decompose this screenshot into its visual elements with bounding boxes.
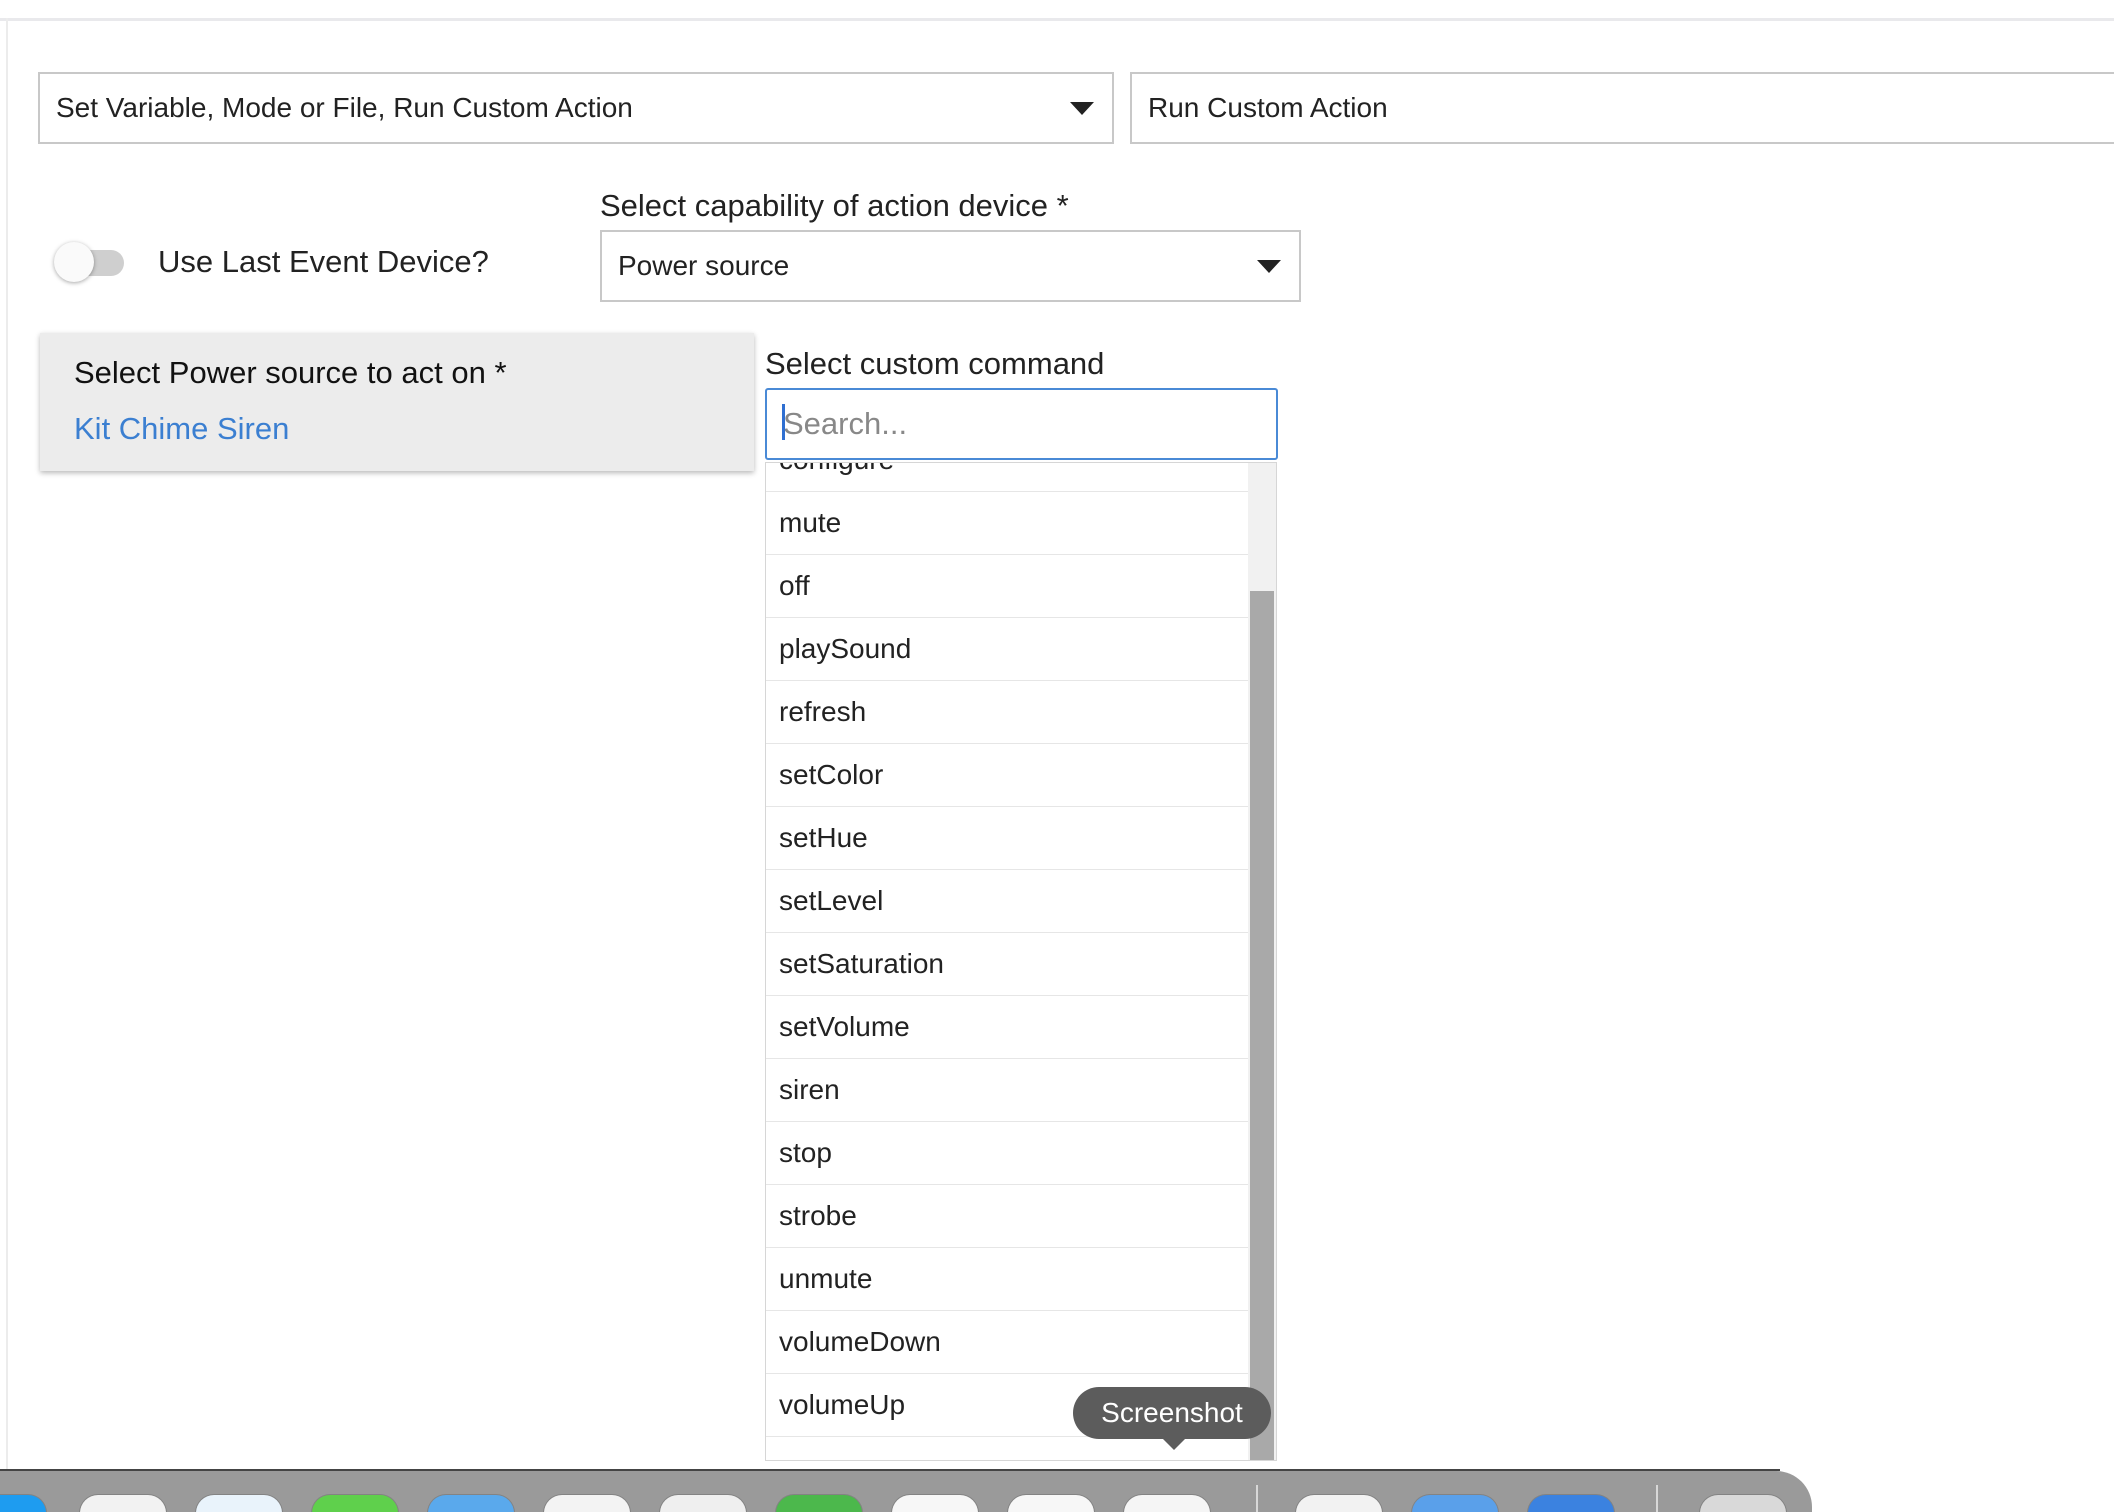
list-item[interactable]: setLevel (766, 870, 1249, 933)
scrollbar[interactable] (1248, 463, 1276, 1460)
list-item[interactable]: setSaturation (766, 933, 1249, 996)
list-item[interactable]: setVolume (766, 996, 1249, 1059)
list-item[interactable]: unmute (766, 1248, 1249, 1311)
list-item[interactable]: setHue (766, 807, 1249, 870)
safari-icon[interactable] (196, 1495, 282, 1512)
dock-separator (1256, 1485, 1258, 1512)
list-item-label: setHue (779, 822, 868, 853)
app-store-icon[interactable] (1412, 1495, 1498, 1512)
list-item-label: configure (779, 463, 894, 476)
list-item-label: off (779, 570, 810, 601)
dock-separator (1656, 1485, 1658, 1512)
list-item-label: playSound (779, 633, 912, 664)
mail-icon[interactable] (428, 1495, 514, 1512)
capability-value: Power source (618, 250, 790, 281)
calendar-icon[interactable] (1008, 1495, 1094, 1512)
list-item[interactable]: playSound (766, 618, 1249, 681)
list-item-label: setVolume (779, 1011, 910, 1042)
list-item-label: siren (779, 1074, 840, 1105)
screenshot-tooltip: Screenshot (1073, 1387, 1271, 1439)
messages-icon[interactable] (312, 1495, 398, 1512)
list-item-label: volumeDown (779, 1326, 941, 1357)
text-cursor (782, 404, 785, 440)
scrollbar-thumb[interactable] (1250, 591, 1274, 1460)
left-border (6, 18, 8, 1470)
list-item[interactable]: off (766, 555, 1249, 618)
list-item[interactable]: mute (766, 492, 1249, 555)
finder-icon[interactable] (0, 1495, 46, 1512)
page: Set Variable, Mode or File, Run Custom A… (0, 0, 2114, 1470)
list-item-label: stop (779, 1137, 832, 1168)
reminders-icon[interactable] (892, 1495, 978, 1512)
tooltip-arrow (1162, 1438, 1186, 1450)
device-select-panel[interactable]: Select Power source to act on * Kit Chim… (40, 333, 754, 471)
action-select[interactable]: Run Custom Action (1130, 72, 2114, 144)
list-item[interactable]: refresh (766, 681, 1249, 744)
maps-icon[interactable] (776, 1495, 862, 1512)
capability-select[interactable]: Power source (600, 230, 1301, 302)
list-item-label: strobe (779, 1200, 857, 1231)
list-item-label: refresh (779, 696, 867, 727)
chevron-down-icon (1257, 260, 1281, 273)
capability-label: Select capability of action device * (600, 188, 1069, 223)
dock (0, 1471, 1812, 1512)
list-item-label: setColor (779, 759, 884, 790)
list-item-label: setLevel (779, 885, 884, 916)
search-input[interactable] (765, 388, 1278, 460)
list-item-label: setSaturation (779, 948, 944, 979)
use-last-event-device-toggle[interactable] (54, 242, 126, 282)
list-item-label: mute (779, 507, 842, 538)
tooltip-text: Screenshot (1101, 1397, 1243, 1428)
list-item-label: volumeUp (779, 1389, 906, 1420)
photos-icon[interactable] (544, 1495, 630, 1512)
list-item-label: unmute (779, 1263, 873, 1294)
list-item[interactable]: configure (766, 463, 1249, 492)
use-last-event-device-label: Use Last Event Device? (158, 244, 489, 279)
action-type-select[interactable]: Set Variable, Mode or File, Run Custom A… (38, 72, 1114, 144)
list-item[interactable]: stop (766, 1122, 1249, 1185)
contacts-icon[interactable] (660, 1495, 746, 1512)
list-item[interactable]: siren (766, 1059, 1249, 1122)
list-item[interactable]: strobe (766, 1185, 1249, 1248)
action-type-value: Set Variable, Mode or File, Run Custom A… (56, 92, 633, 123)
preview-icon[interactable] (1296, 1495, 1382, 1512)
launchpad-icon[interactable] (80, 1495, 166, 1512)
device-select-label: Select Power source to act on * (74, 355, 507, 390)
toggle-knob (54, 242, 94, 282)
list-item[interactable]: setColor (766, 744, 1249, 807)
action-value: Run Custom Action (1148, 92, 1388, 123)
trash-icon[interactable] (1700, 1495, 1786, 1512)
top-border (0, 18, 2114, 21)
notes-icon[interactable] (1124, 1495, 1210, 1512)
custom-command-list[interactable]: configure mute off playSound refresh setColor… (765, 462, 1277, 1461)
chevron-down-icon (1070, 102, 1094, 115)
device-link[interactable]: Kit Chime Siren (74, 411, 289, 447)
custom-command-label: Select custom command (765, 346, 1105, 381)
system-preferences-icon[interactable] (1528, 1495, 1614, 1512)
list-item[interactable]: volumeDown (766, 1311, 1249, 1374)
custom-command-options: configure mute off playSound refresh setColor… (766, 463, 1249, 1437)
